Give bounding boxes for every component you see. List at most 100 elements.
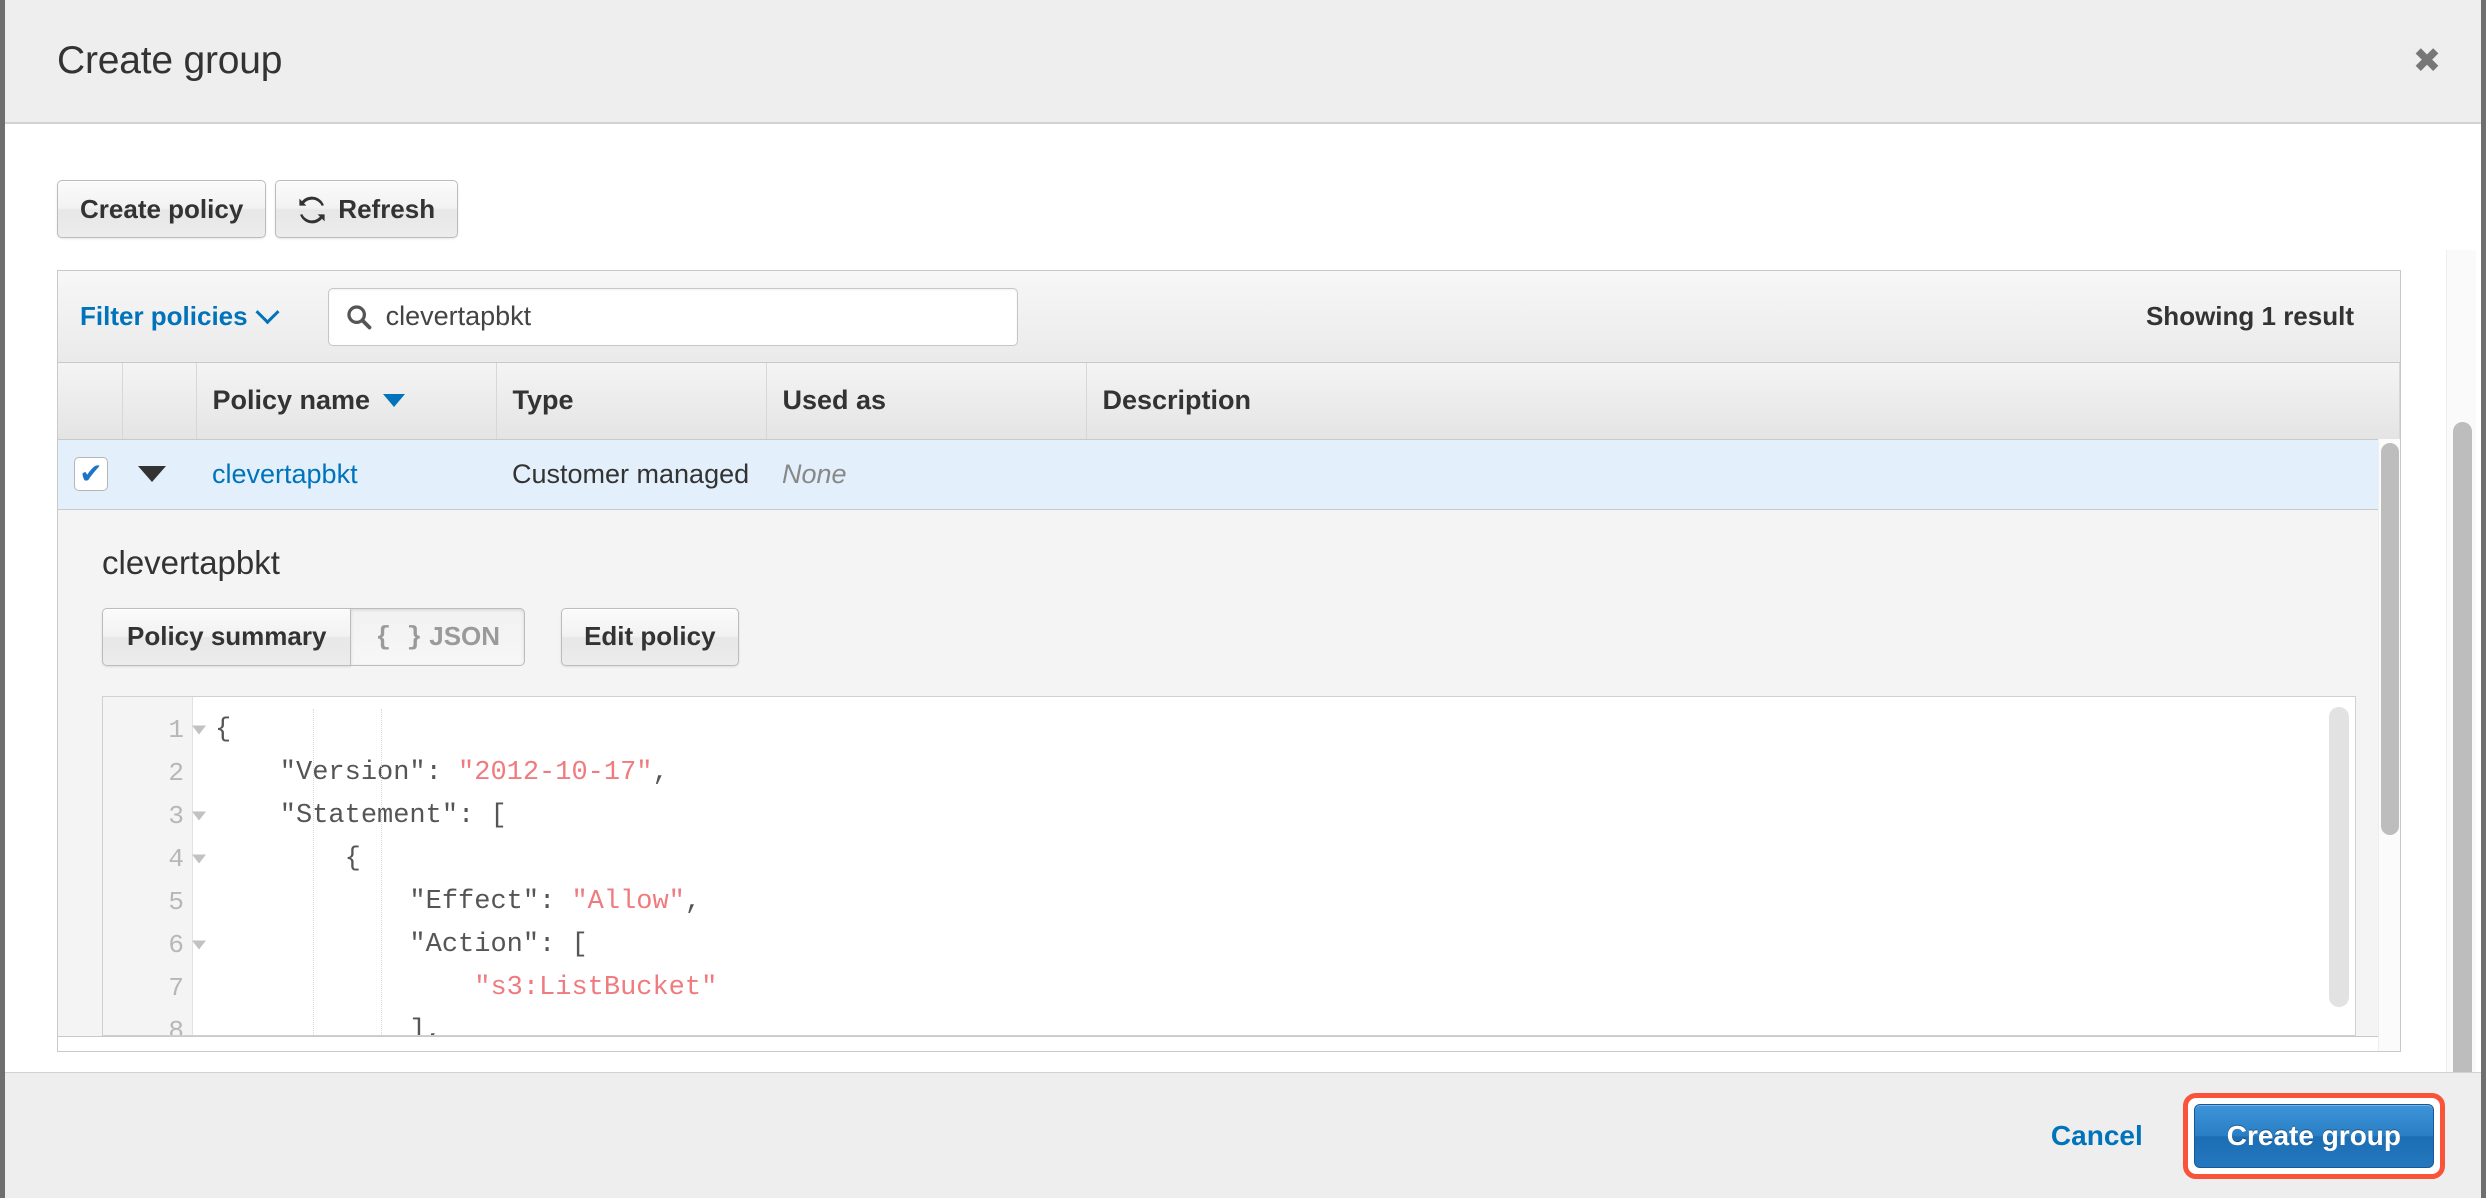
search-icon (345, 303, 373, 331)
edit-policy-button[interactable]: Edit policy (561, 607, 739, 666)
cancel-button[interactable]: Cancel (2051, 1120, 2143, 1152)
table-header-row: Policy name Type Used as Description (58, 363, 2400, 440)
line-number-value: 7 (168, 972, 184, 1003)
chevron-down-icon[interactable] (138, 466, 166, 482)
refresh-label: Refresh (338, 193, 436, 224)
tab-policy-summary[interactable]: Policy summary (102, 607, 352, 666)
search-input[interactable] (385, 301, 1001, 332)
column-label-used-as: Used as (782, 385, 887, 416)
policy-name-link[interactable]: clevertapbkt (212, 459, 358, 489)
policies-table-scroll: Policy name Type Used as Description ✔ c… (58, 363, 2400, 1051)
checkmark-icon: ✔ (79, 457, 103, 490)
code-line: "Version": "2012-10-17", (215, 752, 2355, 795)
tab-json[interactable]: { } JSON (351, 607, 526, 666)
json-braces-icon: { } (375, 621, 423, 652)
refresh-icon (298, 196, 326, 224)
detail-tab-bar: Policy summary { } JSON Edit policy (102, 607, 2356, 666)
line-number[interactable]: 7 (103, 967, 192, 1010)
used-as-value: None (782, 458, 847, 489)
code-text: { (215, 714, 232, 745)
code-string-value: "2012-10-17" (458, 757, 653, 788)
refresh-button[interactable]: Refresh (275, 180, 459, 238)
sort-descending-icon (383, 393, 406, 407)
tab-json-label: JSON (429, 621, 501, 651)
code-line: { (215, 838, 2355, 881)
filter-policies-label: Filter policies (80, 301, 248, 331)
line-number[interactable]: 5 (103, 881, 192, 924)
line-number[interactable]: 3 (103, 795, 206, 838)
modal-footer: Cancel Create group (5, 1072, 2481, 1198)
code-text: "Effect": (215, 886, 572, 917)
line-number-value: 1 (168, 714, 184, 745)
close-icon[interactable]: ✖ (2405, 39, 2449, 83)
page-title: Create group (57, 39, 283, 82)
editor-code-area[interactable]: { "Version": "2012-10-17", "Statement": … (193, 697, 2355, 1035)
indent-guide (381, 708, 382, 1035)
line-number-value: 8 (168, 1015, 184, 1036)
create-policy-label: Create policy (80, 193, 244, 224)
line-number[interactable]: 1 (103, 709, 206, 752)
filter-policies-dropdown[interactable]: Filter policies (80, 300, 280, 332)
row-description-cell (1086, 439, 2400, 510)
policy-action-bar: Create policy Refresh (57, 180, 2453, 238)
policies-panel: Filter policies Showing 1 result (57, 270, 2401, 1052)
table-detail-row: clevertapbkt Policy summary {} JSON Edi… (58, 509, 2400, 1037)
code-text: { (215, 843, 361, 874)
chevron-down-icon (255, 300, 280, 325)
table-scrollbar-thumb[interactable] (2381, 443, 2399, 835)
line-number-value: 6 (168, 929, 184, 960)
code-line: "Action": [ (215, 924, 2355, 967)
result-count: Showing 1 result (2145, 301, 2354, 331)
code-text: "Version": (215, 757, 459, 788)
code-text: "Action": [ (215, 929, 588, 960)
code-line: "Effect": "Allow", (215, 881, 2355, 924)
column-label-type: Type (512, 385, 574, 416)
editor-line-number-gutter: 1 2 3 4 5 6 7 8 (103, 696, 206, 1036)
create-group-modal: Create group ✖ Create policy Refresh Fil… (0, 0, 2486, 1198)
modal-header: Create group ✖ (5, 0, 2481, 124)
editor-scrollbar-thumb[interactable] (2328, 706, 2349, 1007)
code-line: ], (215, 1010, 2355, 1035)
modal-scrollbar[interactable] (2446, 250, 2476, 1072)
modal-body: Create policy Refresh Filter policies cl… (5, 124, 2481, 1072)
row-policy-name-cell: clevertapbkt (196, 439, 496, 510)
policies-table: Policy name Type Used as Description ✔ c… (58, 363, 2400, 1037)
line-number-value: 5 (168, 886, 184, 917)
editor-scrollbar[interactable] (2328, 706, 2349, 1029)
row-checkbox[interactable]: ✔ (74, 457, 108, 491)
code-line: "Statement": [ (215, 795, 2355, 838)
column-label-description: Description (1102, 385, 1252, 416)
line-number[interactable]: 4 (103, 838, 206, 881)
line-number[interactable]: 2 (103, 752, 192, 795)
detail-policy-name: clevertapbkt (102, 543, 280, 581)
line-number[interactable]: 8 (103, 1010, 192, 1036)
modal-scrollbar-thumb[interactable] (2453, 422, 2472, 1072)
column-header-type[interactable]: Type (496, 363, 767, 440)
tab-policy-summary-label: Policy summary (127, 621, 327, 651)
table-scrollbar[interactable] (2378, 439, 2400, 1051)
line-number-value: 2 (168, 757, 184, 788)
row-type-cell: Customer managed (496, 439, 766, 510)
search-box[interactable] (327, 287, 1018, 346)
column-header-policy-name[interactable]: Policy name (196, 363, 497, 440)
line-number[interactable]: 6 (103, 924, 206, 967)
table-row[interactable]: ✔ clevertapbkt Customer managed None (58, 439, 2400, 510)
column-header-description[interactable]: Description (1086, 363, 2400, 440)
row-select-cell[interactable]: ✔ (58, 439, 122, 510)
row-expand-cell[interactable] (122, 439, 196, 510)
line-number-value: 3 (168, 800, 184, 831)
code-string-value: "s3:ListBucket" (474, 972, 718, 1003)
column-header-select (58, 363, 123, 440)
code-text: "Statement": [ (215, 800, 507, 831)
create-group-highlight-ring: Create group (2182, 1092, 2445, 1179)
view-toggle-group: Policy summary { } JSON (102, 607, 526, 666)
create-group-button[interactable]: Create group (2193, 1103, 2434, 1168)
column-header-used-as[interactable]: Used as (766, 363, 1087, 440)
code-text: ], (215, 1015, 442, 1035)
create-policy-button[interactable]: Create policy (57, 180, 267, 238)
edit-policy-label: Edit policy (584, 621, 716, 651)
json-code-editor[interactable]: 1 2 3 4 5 6 7 8 {"Version": "2012-10-17… (102, 695, 2356, 1036)
code-tail: , (684, 886, 702, 917)
code-tail: , (652, 757, 669, 788)
